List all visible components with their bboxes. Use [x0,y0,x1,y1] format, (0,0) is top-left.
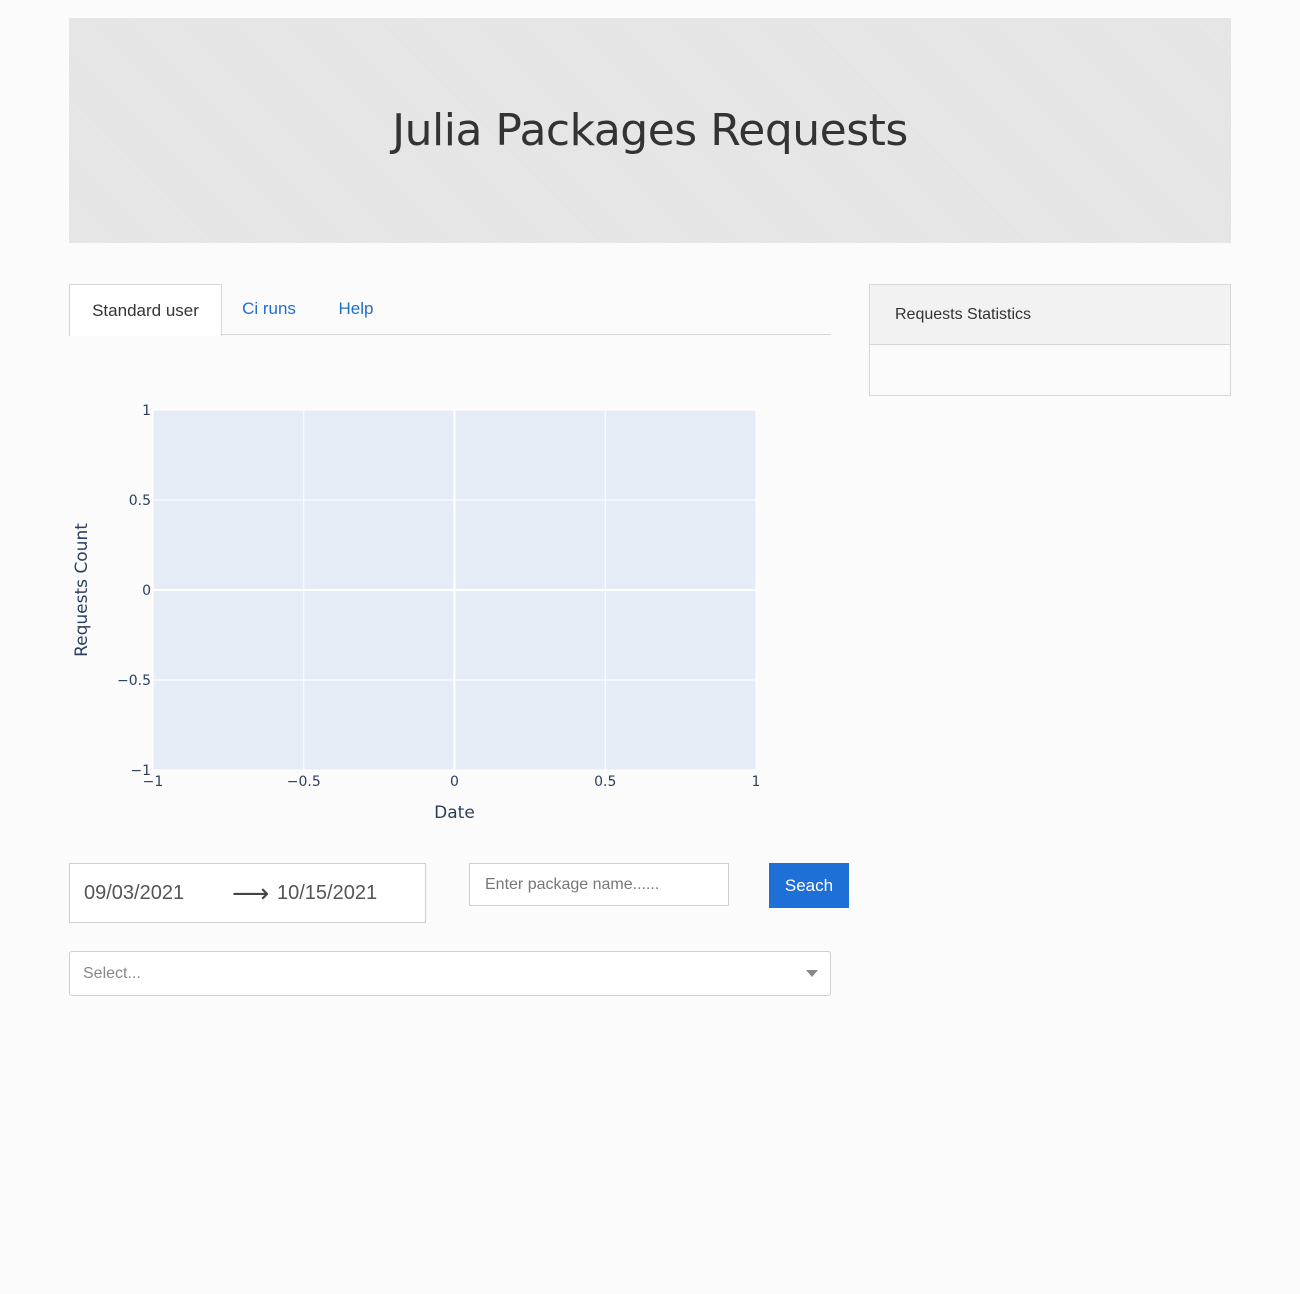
page-title: Julia Packages Requests [392,105,908,156]
end-date[interactable]: 10/15/2021 [277,882,377,905]
date-range-picker[interactable]: 09/03/2021 ⟶ 10/15/2021 [69,863,426,923]
chart-svg: −1 −0.5 0 0.5 110.50−0.5−1DateRequests Count [72,403,761,823]
tab-bar: Standard user Ci runs Help [69,284,831,336]
x-tick-label: 0 [450,774,459,790]
package-name-input[interactable] [469,863,729,906]
y-tick-label: 0.5 [129,493,151,509]
y-tick-label: 0 [142,583,151,599]
search-button[interactable]: Seach [769,863,849,908]
x-tick-label: −0.5 [287,774,321,790]
arrow-right-icon: ⟶ [232,877,270,908]
select-placeholder: Select... [83,964,141,982]
y-tick-label: −1 [130,763,151,779]
y-axis-title: Requests Count [72,523,92,657]
y-tick-label: −0.5 [117,673,151,689]
x-axis-title: Date [434,803,475,823]
tab-standard-user[interactable]: Standard user [69,284,222,336]
y-tick-label: 1 [142,403,151,419]
x-tick-label: 1 [752,774,761,790]
start-date[interactable]: 09/03/2021 [84,882,184,905]
chevron-down-icon[interactable] [806,970,818,977]
tab-ci-runs[interactable]: Ci runs [233,284,305,334]
package-select-dropdown[interactable]: Select... [69,951,831,996]
stats-panel-title: Requests Statistics [870,285,1230,345]
x-tick-label: 0.5 [594,774,616,790]
tab-help[interactable]: Help [329,284,383,334]
requests-chart[interactable]: −1 −0.5 0 0.5 1 1 0.5 0 −0.5 −1 Date Requests Count [60,390,780,840]
header-banner: Julia Packages Requests [69,18,1231,243]
requests-statistics-panel: Requests Statistics [869,284,1231,396]
